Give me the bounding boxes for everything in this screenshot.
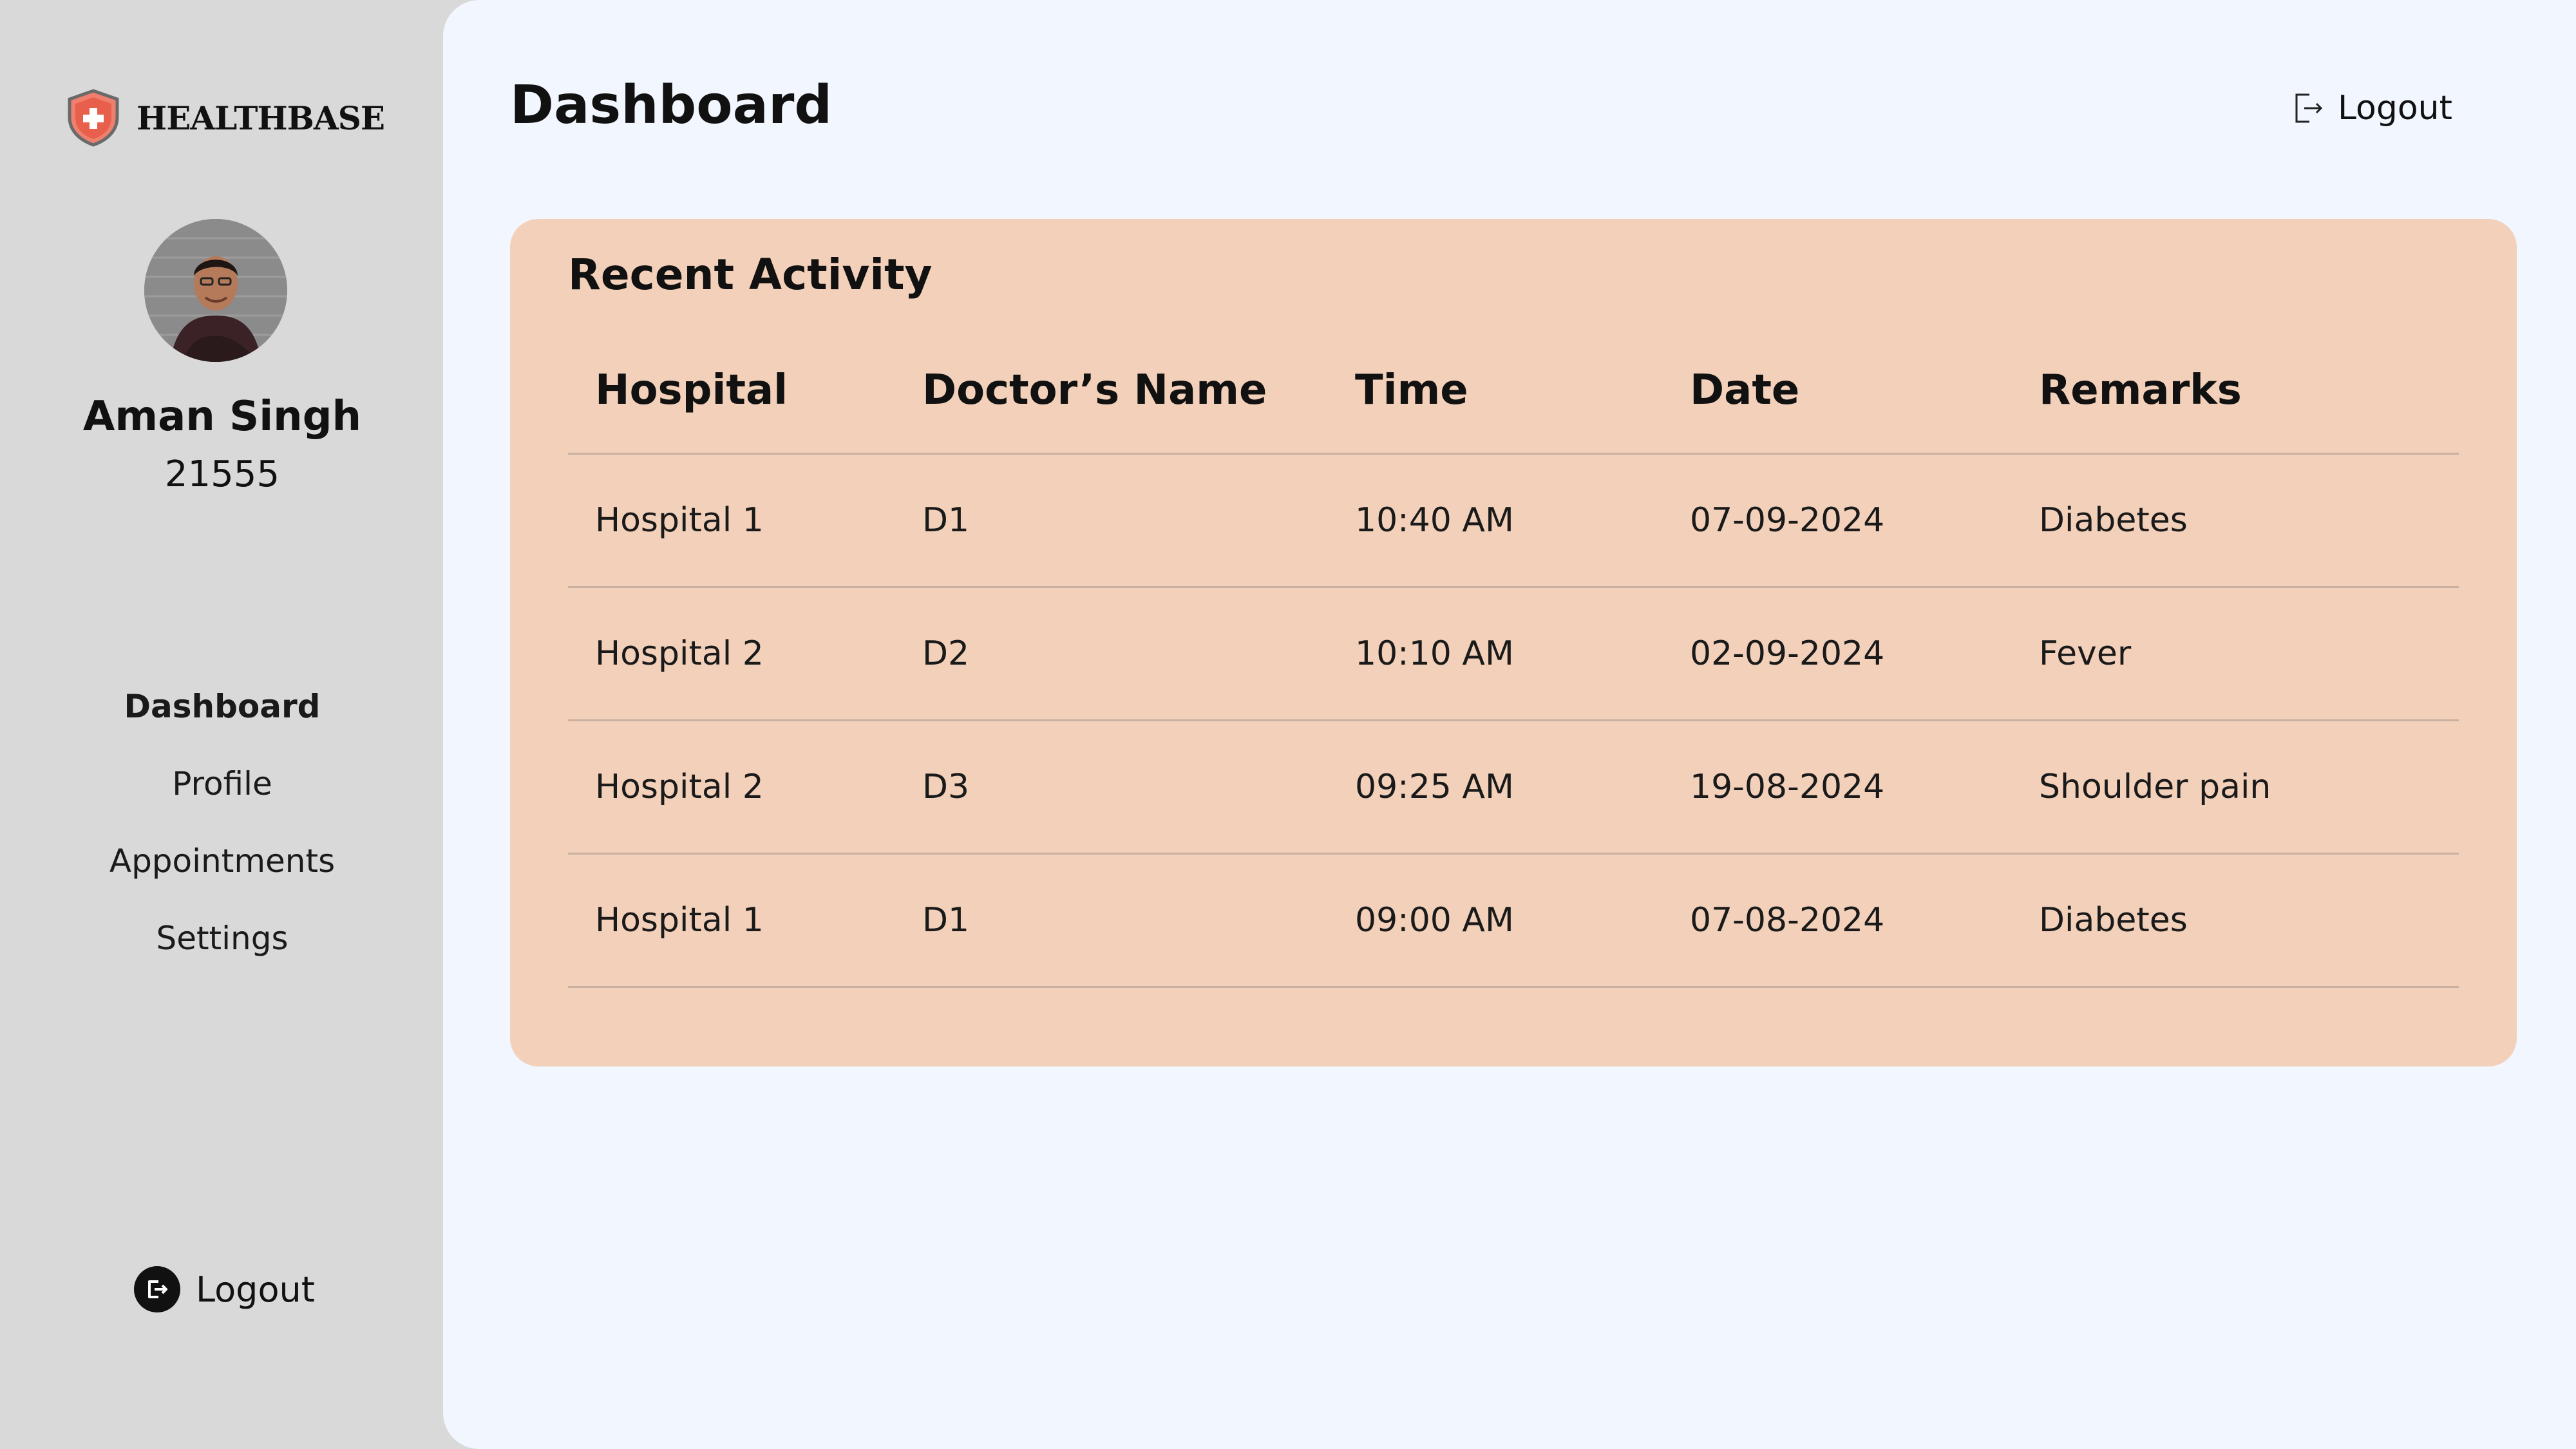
table-header-row: Hospital Doctor’s Name Time Date Remarks bbox=[568, 328, 2459, 455]
cell-hospital: Hospital 1 bbox=[568, 453, 895, 588]
cell-hospital: Hospital 2 bbox=[568, 720, 895, 855]
cell-time: 10:40 AM bbox=[1328, 453, 1663, 588]
table-row[interactable]: Hospital 2 D2 10:10 AM 02-09-2024 Fever bbox=[568, 587, 2459, 721]
cell-doctor: D1 bbox=[895, 453, 1328, 588]
recent-activity-table: Hospital Doctor’s Name Time Date Remarks… bbox=[568, 328, 2459, 988]
cell-date: 19-08-2024 bbox=[1663, 720, 2012, 855]
sidebar-item-appointments[interactable]: Appointments bbox=[0, 836, 444, 913]
avatar[interactable] bbox=[144, 219, 287, 362]
table-row[interactable]: Hospital 1 D1 10:40 AM 07-09-2024 Diabet… bbox=[568, 453, 2459, 588]
logout-icon bbox=[2295, 93, 2323, 123]
recent-activity-title: Recent Activity bbox=[568, 250, 933, 299]
page-title: Dashboard bbox=[510, 75, 833, 136]
column-header-remarks: Remarks bbox=[2012, 328, 2459, 455]
user-photo bbox=[144, 219, 287, 362]
user-name: Aman Singh bbox=[82, 393, 362, 440]
cell-hospital: Hospital 1 bbox=[568, 853, 895, 988]
user-id: 21555 bbox=[164, 453, 280, 495]
cell-doctor: D3 bbox=[895, 720, 1328, 855]
header-logout-label: Logout bbox=[2337, 89, 2452, 128]
brand-logo[interactable]: HEALTHBASE bbox=[66, 89, 385, 147]
cell-time: 09:00 AM bbox=[1328, 853, 1663, 988]
sidebar-logout-button[interactable]: Logout bbox=[134, 1266, 315, 1312]
recent-activity-card: Recent Activity Hospital Doctor’s Name T… bbox=[510, 219, 2517, 1066]
cell-date: 07-09-2024 bbox=[1663, 453, 2012, 588]
header-logout-button[interactable]: Logout bbox=[2294, 89, 2452, 128]
main-content: Dashboard Logout Recent Activity Hospita… bbox=[443, 0, 2576, 1449]
column-header-hospital: Hospital bbox=[568, 328, 895, 455]
cell-date: 07-08-2024 bbox=[1663, 853, 2012, 988]
cell-date: 02-09-2024 bbox=[1663, 587, 2012, 721]
brand-name: HEALTHBASE bbox=[137, 99, 385, 137]
table-row[interactable]: Hospital 2 D3 09:25 AM 19-08-2024 Should… bbox=[568, 720, 2459, 855]
table-row[interactable]: Hospital 1 D1 09:00 AM 07-08-2024 Diabet… bbox=[568, 853, 2459, 988]
cell-remarks: Shoulder pain bbox=[2012, 720, 2459, 855]
cell-remarks: Fever bbox=[2012, 587, 2459, 721]
shield-cross-icon bbox=[68, 89, 119, 147]
logout-circle-icon bbox=[134, 1266, 180, 1312]
cell-remarks: Diabetes bbox=[2012, 853, 2459, 988]
column-header-date: Date bbox=[1663, 328, 2012, 455]
sidebar-item-settings[interactable]: Settings bbox=[0, 913, 444, 990]
cell-doctor: D1 bbox=[895, 853, 1328, 988]
cell-remarks: Diabetes bbox=[2012, 453, 2459, 588]
column-header-time: Time bbox=[1328, 328, 1663, 455]
cell-time: 10:10 AM bbox=[1328, 587, 1663, 721]
sidebar: HEALTHBASE Aman Singh 21555 Dashboard Pr… bbox=[0, 0, 444, 1449]
sidebar-item-profile[interactable]: Profile bbox=[0, 759, 444, 836]
sidebar-logout-label: Logout bbox=[196, 1269, 315, 1310]
sidebar-nav: Dashboard Profile Appointments Settings bbox=[0, 681, 444, 990]
sidebar-item-dashboard[interactable]: Dashboard bbox=[0, 681, 444, 759]
cell-hospital: Hospital 2 bbox=[568, 587, 895, 721]
column-header-doctor-name: Doctor’s Name bbox=[895, 328, 1328, 455]
cell-time: 09:25 AM bbox=[1328, 720, 1663, 855]
cell-doctor: D2 bbox=[895, 587, 1328, 721]
